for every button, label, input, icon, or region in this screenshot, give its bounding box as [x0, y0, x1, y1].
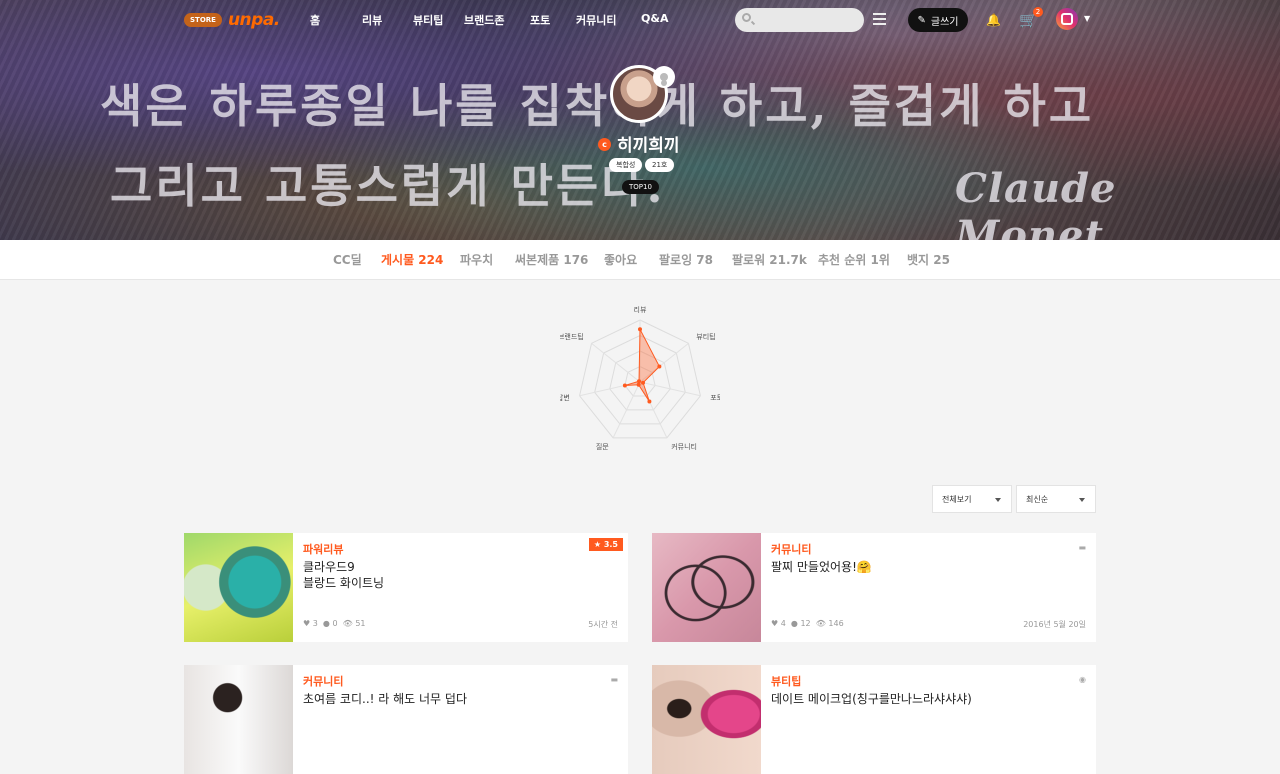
radar-data-point	[637, 379, 642, 384]
post-date: 5시간 전	[588, 620, 618, 629]
comment-icon: ●	[790, 619, 798, 628]
logo[interactable]: STORE unpa.	[184, 10, 280, 30]
post-stats: ♥ 3 ● 0 👁 51	[303, 619, 366, 628]
profile-tabs: CC딜 게시물 224 파우치 써본제품 176 좋아요 팔로잉 78 팔로워 …	[0, 240, 1280, 280]
tab-cc-deal[interactable]: CC딜	[333, 251, 362, 268]
post-card[interactable]: 파워리뷰 클라우드9 블랑드 화이트닝 ★ 3.5 ♥ 3 ● 0 👁 51 5시…	[184, 533, 628, 642]
post-date: 2016년 5월 20일	[1023, 620, 1086, 629]
heart-icon: ♥	[303, 619, 311, 628]
radar-data-point	[657, 364, 662, 369]
eye-icon: 👁	[342, 619, 353, 628]
heart-icon: ♥	[771, 619, 779, 628]
nav-community[interactable]: 커뮤니티	[576, 12, 616, 28]
post-category: 뷰티팁	[771, 675, 802, 688]
radar-svg: 리뷰뷰티팁포토커뮤니티 질문 답변 브랜드팁	[557, 305, 724, 451]
tab-following[interactable]: 팔로잉 78	[659, 251, 713, 268]
nav-photo[interactable]: 포토	[530, 12, 550, 28]
nav-review[interactable]: 리뷰	[362, 12, 382, 28]
profile-name: 히끼희끼	[617, 136, 680, 156]
radar-axis-label: 브랜드팁	[560, 332, 584, 341]
tab-posts[interactable]: 게시물 224	[381, 251, 443, 268]
tab-followers[interactable]: 팔로워 21.7k	[732, 251, 807, 268]
radar-data-point	[622, 383, 627, 388]
estore-badge[interactable]: STORE	[184, 13, 222, 27]
search-icon	[742, 13, 751, 22]
nav-beauty-tip[interactable]: 뷰티팁	[413, 12, 443, 28]
nav-brand-zone[interactable]: 브랜드존	[464, 12, 504, 28]
comment-type-icon: ▬	[610, 675, 618, 684]
chevron-down-icon[interactable]: ▼	[1084, 14, 1090, 23]
post-title[interactable]: 초여름 코디..! 라 해도 너무 덥다	[303, 691, 603, 707]
sort-select[interactable]: 최신순	[1016, 485, 1096, 513]
search-box[interactable]	[735, 8, 864, 32]
view-filter-select[interactable]: 전체보기	[932, 485, 1012, 513]
tab-recommend-rank[interactable]: 추천 순위 1위	[818, 251, 890, 268]
rating-badge: ★ 3.5	[588, 538, 623, 551]
skin-type-tag: 복합성	[609, 158, 643, 172]
radar-data-point	[636, 382, 641, 387]
post-category: 커뮤니티	[771, 543, 812, 556]
radar-axis-label: 뷰티팁	[696, 332, 715, 341]
cover-quote-line1: 색은 하루종일 나를 집착하게 하고, 즐겁게 하고	[100, 79, 1095, 133]
post-title[interactable]: 클라우드9 블랑드 화이트닝	[303, 559, 603, 591]
cart-count-badge: 2	[1033, 7, 1043, 17]
radar-data-point	[647, 399, 652, 404]
radar-axis-label: 리뷰	[634, 305, 647, 314]
rank-tag: TOP10	[622, 180, 659, 194]
post-stats: ♥ 4 ● 12 👁 146	[771, 619, 844, 628]
tab-used-products[interactable]: 써본제품 176	[515, 251, 588, 268]
tab-pouch[interactable]: 파우치	[460, 251, 493, 268]
post-card[interactable]: 커뮤니티 팔찌 만들었어용!🤗 ▬ ♥ 4 ● 12 👁 146 2016년 5…	[652, 533, 1096, 642]
bell-icon[interactable]: 🔔	[986, 13, 1001, 27]
eye-icon: 👁	[815, 619, 826, 628]
post-title[interactable]: 데이트 메이크업(칭구를만나느라샤샤샤)	[771, 691, 1071, 707]
nav-qna[interactable]: Q&A	[641, 12, 668, 25]
activity-radar-chart: 리뷰뷰티팁포토커뮤니티 질문 답변 브랜드팁	[557, 300, 724, 451]
search-input[interactable]	[755, 12, 855, 28]
follow-icon[interactable]	[653, 66, 675, 88]
post-thumbnail[interactable]	[184, 533, 293, 642]
creator-badge-icon: c	[598, 138, 611, 151]
cover-quote-line2: 그리고 고통스럽게 만든다.	[110, 159, 666, 213]
nav-home[interactable]: 홈	[310, 12, 320, 28]
radar-data-point	[638, 327, 642, 332]
write-label: 글쓰기	[930, 16, 959, 28]
pencil-icon: ✎	[917, 14, 926, 26]
post-category: 커뮤니티	[303, 675, 344, 688]
skin-tone-tag: 21호	[645, 158, 675, 172]
top-navigation: STORE unpa. 홈 리뷰 뷰티팁 브랜드존 포토 커뮤니티 Q&A ✎ …	[0, 0, 1280, 40]
unpa-logo[interactable]: unpa.	[228, 10, 280, 30]
comment-type-icon: ▬	[1078, 543, 1086, 552]
tab-likes[interactable]: 좋아요	[604, 251, 637, 268]
tab-badges[interactable]: 뱃지 25	[907, 251, 950, 268]
eye-icon: ◉	[1079, 675, 1086, 684]
menu-icon[interactable]	[873, 13, 886, 25]
cover-signature: Claude Monet	[955, 165, 1117, 240]
write-button[interactable]: ✎ 글쓰기	[908, 8, 968, 32]
radar-axis-label: 커뮤니티	[671, 442, 697, 450]
post-category: 파워리뷰	[303, 543, 344, 556]
instagram-icon[interactable]	[1056, 8, 1078, 30]
post-thumbnail[interactable]	[652, 533, 761, 642]
radar-axis-label: 답변	[560, 393, 570, 402]
radar-axis-label: 질문	[596, 443, 609, 450]
radar-data-point	[641, 380, 646, 385]
radar-axis-label: 포토	[710, 394, 720, 402]
comment-icon: ●	[322, 619, 330, 628]
post-title[interactable]: 팔찌 만들었어용!🤗	[771, 559, 1071, 575]
